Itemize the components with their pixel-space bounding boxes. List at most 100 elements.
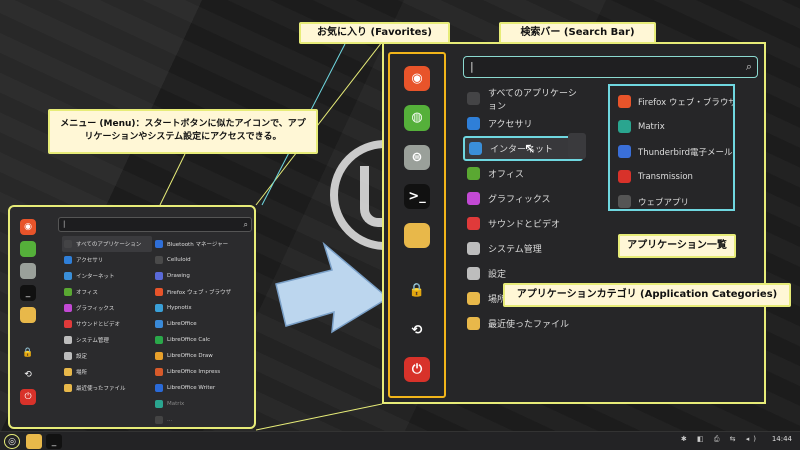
folder-icon[interactable] xyxy=(404,223,430,249)
app-icon xyxy=(155,416,163,424)
firefox-icon[interactable]: ◉ xyxy=(20,219,36,235)
mini-category-label: グラフィックス xyxy=(76,306,115,312)
mini-app-item[interactable]: Firefox ウェブ・ブラウザ xyxy=(155,284,255,300)
mini-app-item[interactable]: LibreOffice Draw xyxy=(155,348,255,364)
settings-icon xyxy=(467,242,480,255)
mini-app-item[interactable]: Hypnotix xyxy=(155,300,255,316)
category-label: システム管理 xyxy=(488,245,542,255)
mini-app-list: Bluetooth マネージャー Celluloid Drawing Firefox … xyxy=(155,236,255,428)
app-item[interactable]: Firefox ウェブ・ブラウザ xyxy=(610,89,733,114)
category-item[interactable]: すべてのアプリケーション xyxy=(463,86,583,112)
search-icon: ⌕ xyxy=(745,60,752,73)
accessories-icon xyxy=(64,256,72,264)
mini-app-item[interactable]: Celluloid xyxy=(155,252,255,268)
lock-icon[interactable]: 🔒 xyxy=(404,278,430,303)
mini-app-item[interactable]: LibreOffice Calc xyxy=(155,332,255,348)
toggle-settings-icon[interactable]: ⊜ xyxy=(404,144,430,170)
app-item[interactable]: Thunderbird電子メール... xyxy=(610,139,733,164)
mini-category-item[interactable]: システム管理 xyxy=(62,332,152,348)
logout-icon[interactable]: ⟲ xyxy=(404,317,430,342)
category-item[interactable]: インターネット xyxy=(463,136,583,161)
settings-icon xyxy=(64,336,72,344)
mini-app-item[interactable]: LibreOffice xyxy=(155,316,255,332)
mini-app-item[interactable]: Bluetooth マネージャー xyxy=(155,236,255,252)
system-tray[interactable]: ✱ ◧ ⎙ ⇆ ◂) xyxy=(681,435,760,444)
app-label: Thunderbird電子メール... xyxy=(638,147,733,158)
graphics-icon xyxy=(467,192,480,205)
category-item[interactable]: 最近使ったファイル xyxy=(463,311,583,336)
app-item[interactable]: ウェブアプリ xyxy=(610,189,733,214)
web-icon[interactable] xyxy=(20,241,36,257)
app-list: Firefox ウェブ・ブラウザ Matrix Thunderbird電子メール..… xyxy=(608,84,735,211)
preferences-icon xyxy=(64,352,72,360)
preferences-icon xyxy=(467,267,480,280)
callout-app-list: アプリケーション一覧 xyxy=(618,234,736,258)
mini-app-item[interactable]: ... xyxy=(155,412,255,428)
taskbar: ◎ _ ✱ ◧ ⎙ ⇆ ◂) 14:44 xyxy=(0,431,800,450)
media-icon xyxy=(467,217,480,230)
search-value: | xyxy=(470,60,474,73)
mini-category-item[interactable]: グラフィックス xyxy=(62,300,152,316)
mini-app-item[interactable]: Drawing xyxy=(155,268,255,284)
category-item[interactable]: サウンドとビデオ xyxy=(463,211,583,236)
terminal-icon[interactable]: _ xyxy=(20,285,36,301)
accessories-icon xyxy=(467,117,480,130)
mini-search-input[interactable]: | ⌕ xyxy=(58,217,252,232)
mini-category-item[interactable]: 設定 xyxy=(62,348,152,364)
firefox-icon xyxy=(618,95,631,108)
mini-start-menu: ◉ _ 🔒 ⟲ ⏻ | ⌕ すべてのアプリケーションアクセサリインターネットオフ… xyxy=(8,205,256,429)
folder-icon[interactable] xyxy=(20,307,36,323)
terminal-icon[interactable]: >_ xyxy=(404,183,430,210)
recent-icon xyxy=(64,384,72,392)
mini-favorites-bar: ◉ _ 🔒 ⟲ ⏻ xyxy=(16,219,40,423)
office-icon xyxy=(64,288,72,296)
mini-category-item[interactable]: サウンドとビデオ xyxy=(62,316,152,332)
mini-app-item[interactable]: LibreOffice Writer xyxy=(155,380,255,396)
mini-app-label: ... xyxy=(167,417,173,423)
mini-category-item[interactable]: 場所 xyxy=(62,364,152,380)
power-icon[interactable]: ⏻ xyxy=(404,356,430,382)
mini-category-item[interactable]: アクセサリ xyxy=(62,252,152,268)
terminal-icon[interactable]: _ xyxy=(46,434,62,449)
app-icon xyxy=(155,288,163,296)
power-icon[interactable]: ⏻ xyxy=(20,389,36,405)
mouse-cursor-icon: ↖ xyxy=(524,141,536,157)
category-label: アクセサリ xyxy=(488,120,533,130)
app-icon xyxy=(155,240,163,248)
office-icon xyxy=(467,167,480,180)
lock-icon[interactable]: 🔒 xyxy=(20,345,36,361)
mini-category-item[interactable]: 最近使ったファイル xyxy=(62,380,152,396)
category-item[interactable]: グラフィックス xyxy=(463,186,583,211)
callout-search-bar: 検索バー (Search Bar) xyxy=(499,22,656,44)
mini-app-label: LibreOffice Calc xyxy=(167,337,211,343)
web-icon[interactable]: ◍ xyxy=(404,105,430,131)
app-item[interactable]: Transmission xyxy=(610,164,733,189)
app-icon xyxy=(155,320,163,328)
menu-button-icon[interactable]: ◎ xyxy=(4,434,20,449)
mini-category-label: インターネット xyxy=(76,274,115,280)
category-item[interactable]: オフィス xyxy=(463,161,583,186)
clock[interactable]: 14:44 xyxy=(772,435,792,443)
mini-category-item[interactable]: すべてのアプリケーション xyxy=(62,236,152,252)
search-input[interactable]: | ⌕ xyxy=(463,56,758,78)
folder-icon[interactable] xyxy=(26,434,42,449)
logout-icon[interactable]: ⟲ xyxy=(20,367,36,383)
favorites-bar: ◉ ◍ ⊜ >_ 🔒 ⟲ ⏻ xyxy=(388,52,446,398)
app-icon xyxy=(155,256,163,264)
category-item[interactable]: アクセサリ xyxy=(463,111,583,136)
mini-category-item[interactable]: オフィス xyxy=(62,284,152,300)
app-icon xyxy=(155,400,163,408)
mini-category-label: アクセサリ xyxy=(76,258,104,264)
app-item[interactable]: Matrix xyxy=(610,114,733,139)
app-label: ウェブアプリ xyxy=(638,197,690,208)
callout-app-categories: アプリケーションカテゴリ (Application Categories) xyxy=(503,283,791,307)
mini-category-item[interactable]: インターネット xyxy=(62,268,152,284)
mini-app-label: LibreOffice Impress xyxy=(167,369,221,375)
firefox-icon[interactable]: ◉ xyxy=(404,66,430,92)
cloud-icon xyxy=(469,142,482,155)
mini-app-item[interactable]: Matrix xyxy=(155,396,255,412)
mini-app-item[interactable]: LibreOffice Impress xyxy=(155,364,255,380)
toggle-settings-icon[interactable] xyxy=(20,263,36,279)
mini-app-label: Hypnotix xyxy=(167,305,192,311)
category-item[interactable]: システム管理 xyxy=(463,236,583,261)
